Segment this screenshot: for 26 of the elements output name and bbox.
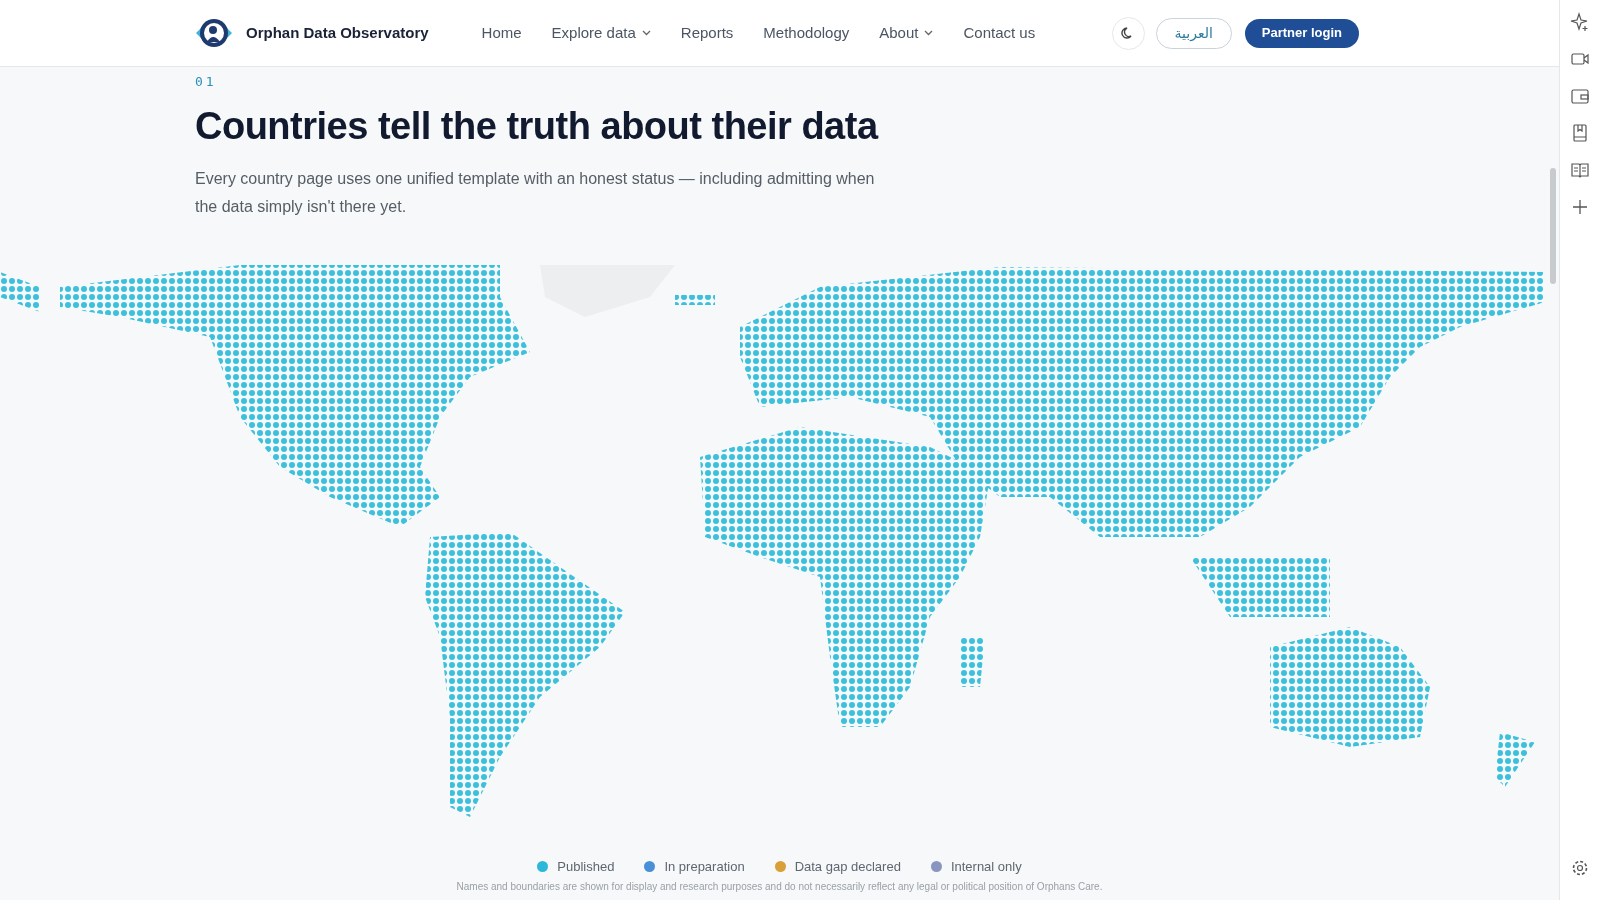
nav-link[interactable]: Methodology bbox=[763, 21, 850, 45]
site-title[interactable]: Orphan Data Observatory bbox=[246, 21, 429, 45]
settings-icon[interactable] bbox=[1570, 858, 1590, 878]
disclaimer-text: Names and boundaries are shown for display and research purposes and do not necessarily reflect any legal or political position of Orphans Care. bbox=[456, 880, 1103, 893]
nav-link[interactable]: Home bbox=[481, 21, 522, 45]
section-description: Every country page uses one unified template with an honest status — including admitting when the data simply isn't there yet. bbox=[195, 168, 876, 217]
legend-label: In preparation bbox=[664, 858, 745, 876]
open-book-icon[interactable] bbox=[1570, 160, 1590, 180]
wallet-icon[interactable] bbox=[1570, 86, 1590, 106]
scrollbar[interactable] bbox=[1550, 168, 1556, 284]
book-icon[interactable] bbox=[1570, 123, 1590, 143]
sparkle-icon[interactable] bbox=[1570, 12, 1590, 32]
nav-link[interactable]: Contact us bbox=[963, 21, 1036, 45]
partner-login-button[interactable]: Partner login bbox=[1244, 18, 1359, 48]
legend-label: Data gap declared bbox=[794, 858, 901, 876]
section-heading: Countries tell the truth about their data bbox=[195, 103, 880, 149]
logo-icon bbox=[194, 16, 234, 50]
chevron-down-icon bbox=[924, 30, 934, 36]
chevron-down-icon bbox=[641, 30, 651, 36]
section-number: 01 bbox=[195, 73, 218, 91]
legend-label: Internal only bbox=[950, 858, 1022, 876]
add-icon[interactable] bbox=[1570, 197, 1590, 217]
nav-link[interactable]: Reports bbox=[680, 21, 734, 45]
legend-label: Published bbox=[557, 858, 615, 876]
nav-link[interactable]: Explore data bbox=[551, 21, 651, 45]
nav-link[interactable]: About bbox=[879, 21, 934, 45]
